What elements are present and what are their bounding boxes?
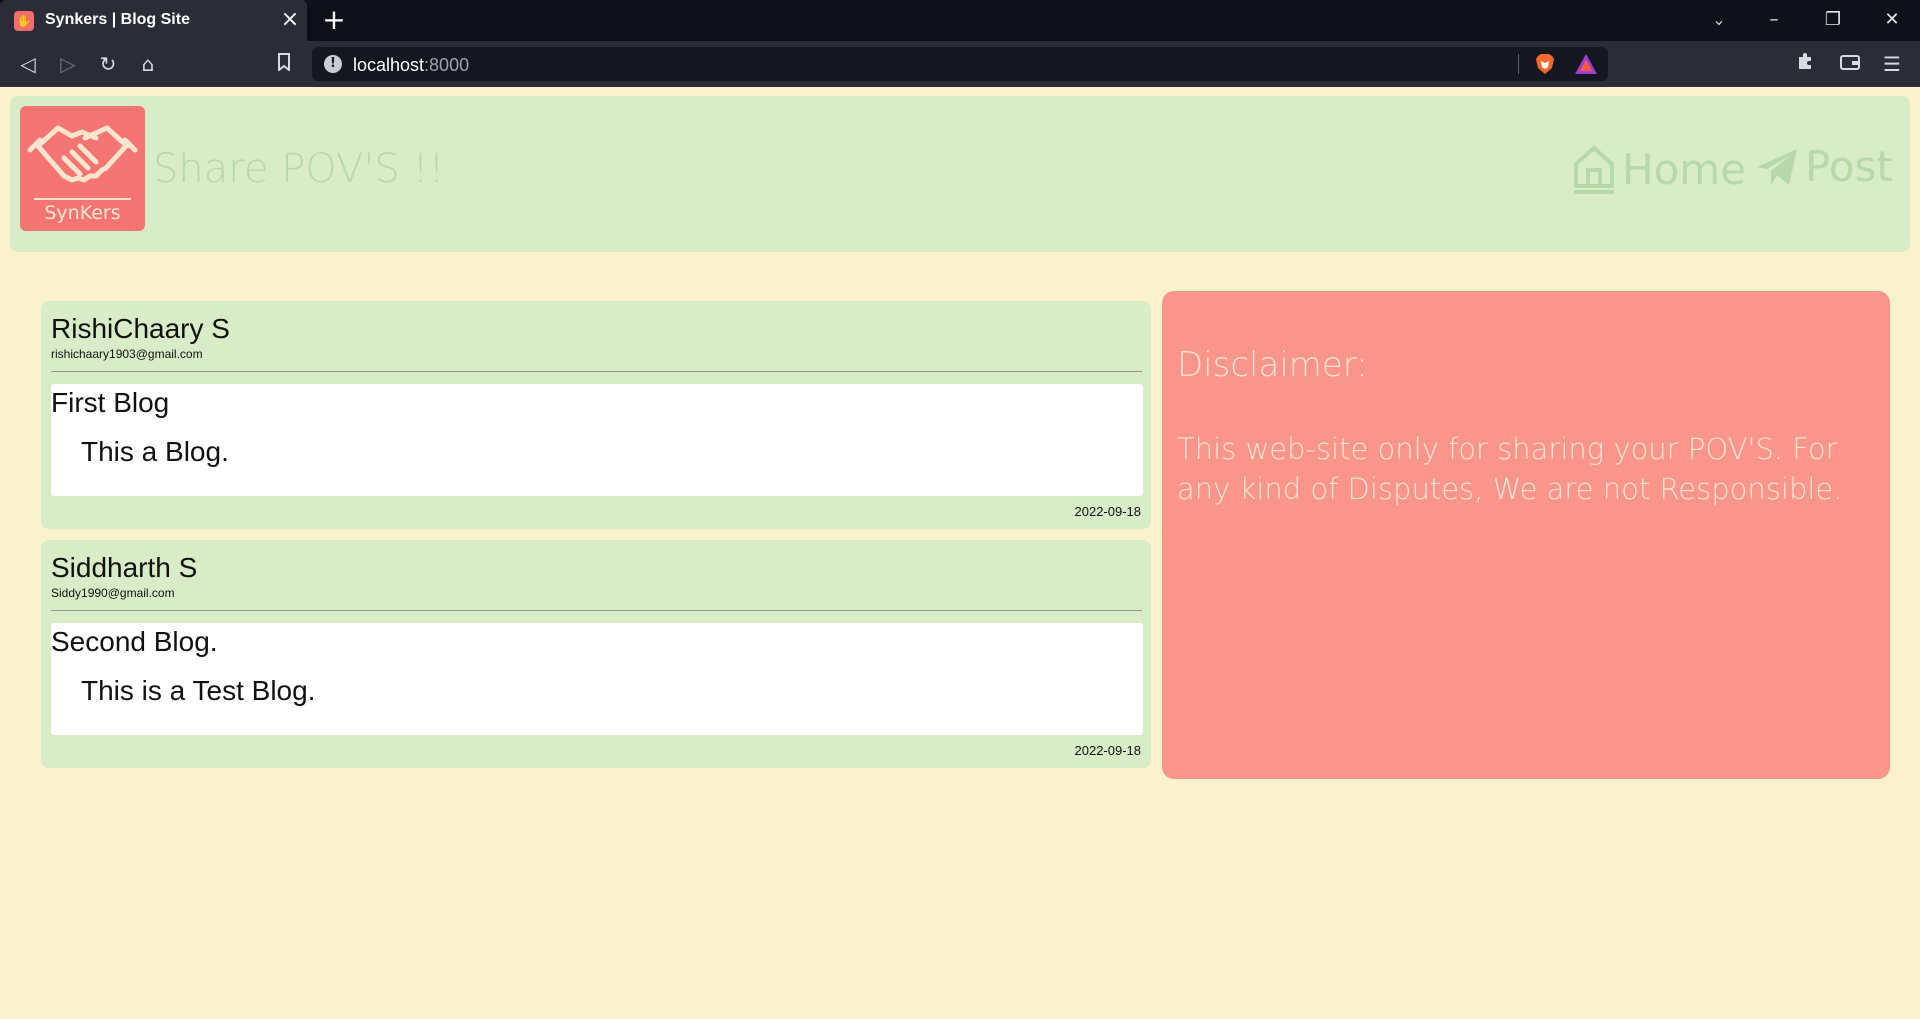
handshake-icon bbox=[27, 125, 138, 183]
url-separator bbox=[1518, 54, 1519, 74]
browser-tab-bar: ✋ Synkers | Blog Site × + ⌄ – ❐ ✕ bbox=[0, 0, 1920, 41]
post-title: First Blog bbox=[51, 387, 170, 418]
post-card: RishiChaary S rishichaary1903@gmail.com … bbox=[41, 301, 1151, 529]
post-card: Siddharth S Siddy1990@gmail.com Second B… bbox=[41, 540, 1151, 768]
post-author: Siddharth S bbox=[51, 552, 198, 583]
logo-text: SynKers bbox=[44, 202, 121, 224]
logo-divider bbox=[34, 198, 131, 200]
post-title: Second Blog. bbox=[51, 626, 218, 657]
post-content: This is a Test Blog. bbox=[81, 675, 316, 706]
close-tab-icon[interactable]: × bbox=[278, 6, 302, 34]
browser-tab[interactable]: ✋ Synkers | Blog Site × bbox=[0, 0, 307, 41]
wallet-icon[interactable] bbox=[1836, 50, 1864, 78]
nav-home-label: Home bbox=[1622, 144, 1747, 194]
post-date: 2022-09-18 bbox=[1074, 504, 1142, 519]
nav-post-label: Post bbox=[1805, 142, 1893, 191]
site-favicon-icon: ✋ bbox=[14, 11, 34, 31]
url-text: localhost:8000 bbox=[353, 55, 470, 75]
menu-icon[interactable]: ☰ bbox=[1878, 50, 1906, 78]
new-tab-icon[interactable]: + bbox=[319, 4, 349, 36]
nav-home-link[interactable]: Home bbox=[1572, 142, 1746, 196]
site-logo[interactable]: SynKers bbox=[20, 106, 145, 231]
site-tagline: Share POV'S !! bbox=[153, 146, 445, 192]
brave-rewards-icon[interactable] bbox=[1574, 53, 1598, 75]
extensions-icon[interactable] bbox=[1792, 50, 1820, 78]
card-divider bbox=[51, 610, 1142, 611]
nav-post-link[interactable]: Post bbox=[1755, 142, 1893, 191]
browser-toolbar: ◁ ▷ ↻ ⌂ ! localhost:8000 ☰ bbox=[0, 41, 1920, 87]
post-body: First Blog This a Blog. bbox=[51, 384, 1143, 496]
disclaimer-title: Disclaimer: bbox=[1177, 345, 1368, 385]
site-navbar: SynKers Share POV'S !! Home Post bbox=[10, 96, 1910, 252]
window-close-icon[interactable]: ✕ bbox=[1872, 4, 1912, 36]
paper-plane-icon bbox=[1757, 148, 1797, 185]
restore-icon[interactable]: ❐ bbox=[1813, 4, 1853, 36]
forward-icon[interactable]: ▷ bbox=[54, 50, 82, 78]
home-icon bbox=[1574, 146, 1614, 194]
bookmark-icon[interactable] bbox=[270, 50, 298, 78]
disclaimer-panel: Disclaimer: This web-site only for shari… bbox=[1162, 291, 1890, 779]
card-divider bbox=[51, 371, 1142, 372]
post-content: This a Blog. bbox=[81, 436, 229, 467]
reload-icon[interactable]: ↻ bbox=[94, 50, 122, 78]
back-icon[interactable]: ◁ bbox=[14, 50, 42, 78]
disclaimer-text: This web-site only for sharing your POV'… bbox=[1177, 432, 1843, 506]
post-author-email: Siddy1990@gmail.com bbox=[51, 586, 175, 600]
minimize-icon[interactable]: – bbox=[1754, 4, 1794, 36]
post-author-email: rishichaary1903@gmail.com bbox=[51, 347, 203, 361]
brave-shields-icon[interactable] bbox=[1534, 53, 1556, 75]
tab-title: Synkers | Blog Site bbox=[45, 11, 190, 28]
home-icon[interactable]: ⌂ bbox=[134, 50, 162, 78]
info-icon[interactable]: ! bbox=[324, 55, 342, 73]
post-date: 2022-09-18 bbox=[1074, 743, 1142, 758]
post-body: Second Blog. This is a Test Blog. bbox=[51, 623, 1143, 735]
chevron-down-icon[interactable]: ⌄ bbox=[1706, 7, 1732, 33]
address-bar[interactable]: ! localhost:8000 bbox=[312, 47, 1608, 81]
post-author: RishiChaary S bbox=[51, 313, 230, 344]
